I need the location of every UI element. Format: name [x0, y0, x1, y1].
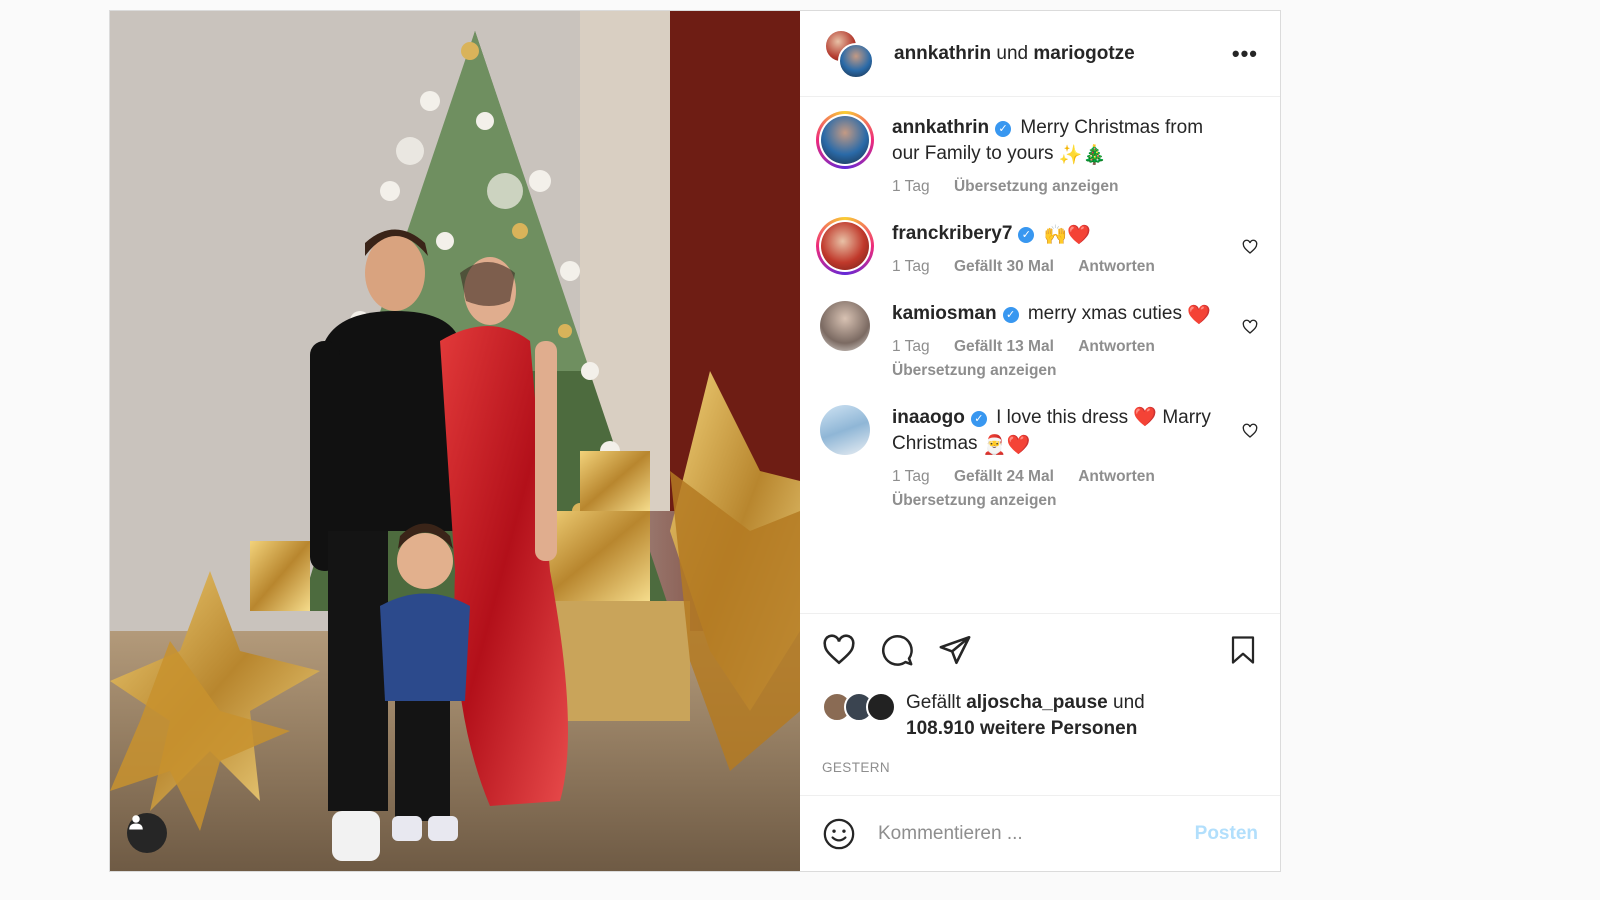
- person-icon: [129, 815, 143, 830]
- comment-time: 1 Tag: [892, 338, 930, 355]
- collab-avatars[interactable]: [824, 28, 874, 79]
- post-date[interactable]: GESTERN: [822, 760, 1258, 775]
- translate-link[interactable]: Übersetzung anzeigen: [954, 178, 1119, 195]
- post-header: annkathrin und mariogotze •••: [800, 11, 1280, 97]
- comment-icon[interactable]: [880, 633, 914, 667]
- verified-badge-icon: ✓: [995, 121, 1012, 137]
- post-actions: Gefällt aljoscha_pause und 108.910 weite…: [800, 613, 1280, 775]
- like-comment-heart-icon[interactable]: [1242, 239, 1258, 255]
- family-christmas-photo: [110, 11, 800, 871]
- translate-link[interactable]: Übersetzung anzeigen: [892, 362, 1057, 379]
- like-comment-heart-icon[interactable]: [1242, 319, 1258, 335]
- instagram-post: annkathrin und mariogotze ••• annkathrin…: [109, 10, 1281, 872]
- comment-input[interactable]: [876, 821, 1195, 846]
- post-photo[interactable]: [110, 11, 800, 871]
- comment-username[interactable]: inaaogo: [892, 407, 965, 428]
- comment-likes[interactable]: Gefällt 30 Mal: [954, 258, 1054, 275]
- reply-button[interactable]: Antworten: [1078, 258, 1155, 275]
- verified-badge-icon: ✓: [1018, 227, 1035, 243]
- tagged-users-button[interactable]: [127, 813, 167, 853]
- comment-likes[interactable]: Gefällt 13 Mal: [954, 338, 1054, 355]
- reply-button[interactable]: Antworten: [1078, 468, 1155, 485]
- comments-list: annkathrin ✓ Merry Christmas from our Fam…: [800, 97, 1280, 613]
- heart-icon[interactable]: [822, 633, 856, 667]
- author-username[interactable]: annkathrin: [894, 43, 991, 64]
- reply-button[interactable]: Antworten: [1078, 338, 1155, 355]
- liker-avatars: [822, 692, 900, 722]
- comment-emoji: 🎅❤️: [982, 435, 1031, 456]
- author-joiner: und: [996, 42, 1029, 64]
- likes-joiner: und: [1113, 692, 1145, 713]
- author-username[interactable]: mariogotze: [1033, 43, 1134, 64]
- like-comment-heart-icon[interactable]: [1242, 423, 1258, 439]
- caption: annkathrin ✓ Merry Christmas from our Fam…: [816, 111, 1260, 199]
- likes-prefix: Gefällt: [906, 692, 961, 713]
- comment-item: inaaogo ✓ I love this dress ❤️ Marry Chri…: [820, 405, 1260, 513]
- comment-likes[interactable]: Gefällt 24 Mal: [954, 468, 1054, 485]
- comment-text: merry xmas cuties: [1027, 303, 1182, 324]
- comment-emoji: ❤️: [1187, 305, 1211, 326]
- emoji-icon[interactable]: [822, 817, 856, 851]
- comment-time: 1 Tag: [892, 468, 930, 485]
- comment-item: franckribery7 ✓ 🙌❤️ 1 Tag Gefällt 30 Mal …: [816, 217, 1260, 279]
- more-horizontal-icon[interactable]: •••: [1232, 42, 1258, 65]
- likes-summary: Gefällt aljoscha_pause und 108.910 weite…: [822, 690, 1258, 742]
- comment-item: kamiosman ✓ merry xmas cuties ❤️ 1 Tag Ge…: [820, 301, 1260, 383]
- avatar[interactable]: [820, 405, 870, 455]
- post-authors: annkathrin und mariogotze: [894, 43, 1232, 65]
- post-comment-button[interactable]: Posten: [1195, 823, 1258, 845]
- translate-link[interactable]: Übersetzung anzeigen: [892, 492, 1057, 509]
- post-side-panel: annkathrin und mariogotze ••• annkathrin…: [800, 11, 1280, 871]
- comment-username[interactable]: franckribery7: [892, 223, 1012, 244]
- comment-username[interactable]: annkathrin: [892, 117, 989, 138]
- liker-username[interactable]: aljoscha_pause: [966, 692, 1108, 713]
- comment-emoji: 🙌❤️: [1043, 225, 1092, 246]
- avatar: [838, 42, 874, 79]
- comment-username[interactable]: kamiosman: [892, 303, 997, 324]
- verified-badge-icon: ✓: [1002, 307, 1019, 323]
- share-icon[interactable]: [938, 633, 972, 667]
- avatar[interactable]: [820, 301, 870, 351]
- comment-time: 1 Tag: [892, 258, 930, 275]
- bookmark-icon[interactable]: [1228, 633, 1258, 667]
- comment-time: 1 Tag: [892, 178, 930, 195]
- verified-badge-icon: ✓: [970, 411, 987, 427]
- likes-count-link[interactable]: 108.910 weitere Personen: [906, 718, 1137, 739]
- comment-composer: Posten: [800, 795, 1280, 871]
- avatar[interactable]: [816, 217, 874, 275]
- caption-emoji: ✨🎄: [1058, 145, 1107, 166]
- avatar[interactable]: [816, 111, 874, 169]
